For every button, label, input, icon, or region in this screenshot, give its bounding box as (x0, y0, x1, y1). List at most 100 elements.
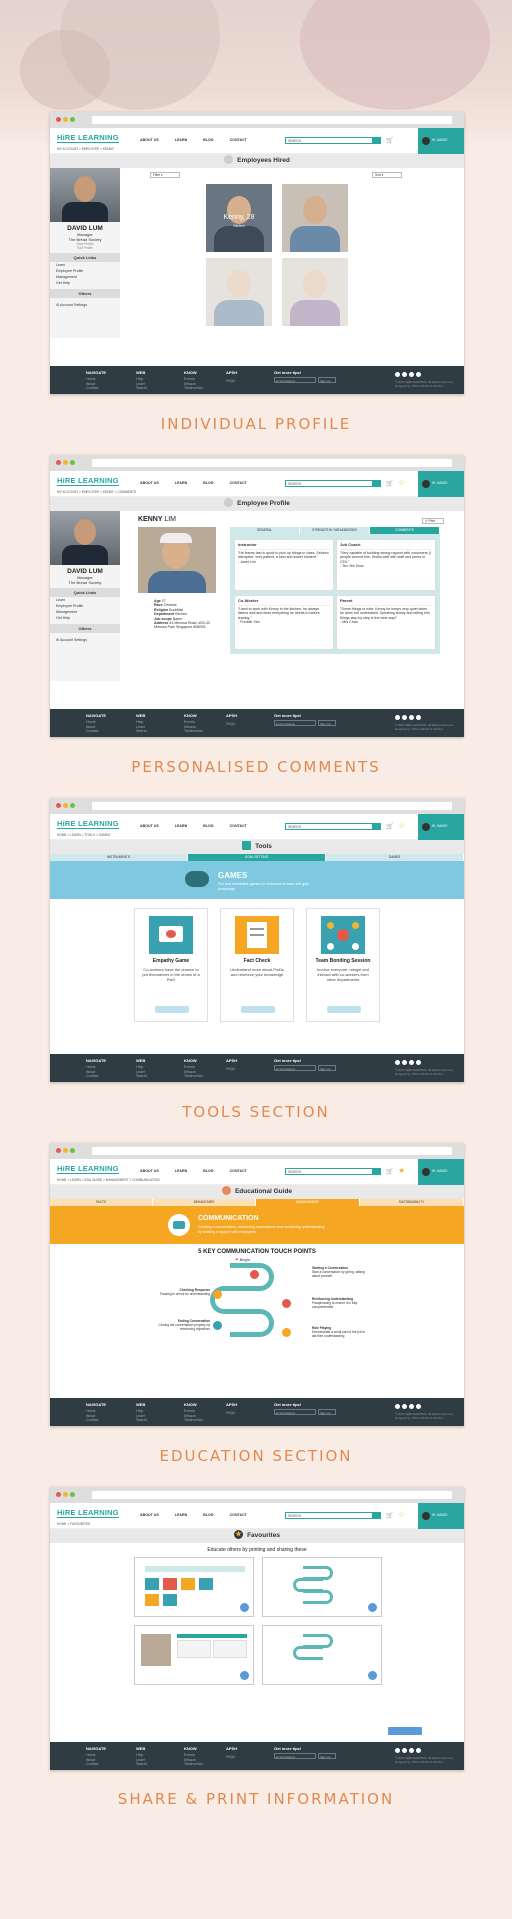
tool-card-fact-check[interactable]: Fact Check Understand more about PwDs an… (220, 908, 294, 1022)
signup-button[interactable]: Sign Up (318, 1753, 336, 1759)
tab-strengths[interactable]: STRENGTHS / WEAKNESSES (300, 527, 370, 534)
sidebar-item-get-help[interactable]: Get Help (50, 615, 120, 621)
search-icon[interactable] (372, 824, 380, 829)
tab-management[interactable]: MANAGEMENT (256, 1199, 360, 1206)
youtube-icon[interactable] (416, 1404, 421, 1409)
favourite-thumbnail[interactable] (262, 1557, 382, 1617)
sidebar-item-get-help[interactable]: Get Help (50, 280, 120, 286)
favourite-star-icon[interactable]: ☆ (398, 1510, 405, 1519)
instagram-icon[interactable] (395, 372, 400, 377)
nav-contact[interactable]: CONTACT (230, 1513, 247, 1517)
nav-blog[interactable]: BLOG (203, 1513, 213, 1517)
email-field[interactable]: Email Address (274, 720, 316, 726)
signup-button[interactable]: Sign Up (318, 1065, 336, 1071)
url-bar[interactable] (92, 1491, 452, 1499)
employee-card[interactable]: Kenny, 28 Kitchen (206, 184, 272, 252)
search-icon[interactable] (372, 1169, 380, 1174)
nav-about[interactable]: ABOUT US (140, 1169, 159, 1173)
instagram-icon[interactable] (395, 1404, 400, 1409)
nav-blog[interactable]: BLOG (203, 481, 213, 485)
email-field[interactable]: Email Address (274, 1409, 316, 1415)
employee-card[interactable] (282, 258, 348, 326)
nav-contact[interactable]: CONTACT (230, 138, 247, 142)
employee-card[interactable] (282, 184, 348, 252)
email-field[interactable]: Email Address (274, 1065, 316, 1071)
account-settings-link[interactable]: ⚙ Account Settings (50, 301, 120, 309)
tab-general[interactable]: GENERAL (230, 527, 300, 534)
youtube-icon[interactable] (416, 372, 421, 377)
nav-about[interactable]: ABOUT US (140, 824, 159, 828)
favourite-thumbnail[interactable] (134, 1557, 254, 1617)
url-bar[interactable] (92, 802, 452, 810)
nav-learn[interactable]: LEARN (175, 138, 187, 142)
url-bar[interactable] (92, 116, 452, 124)
nav-blog[interactable]: BLOG (203, 1169, 213, 1173)
nav-learn[interactable]: LEARN (175, 1169, 187, 1173)
youtube-icon[interactable] (416, 715, 421, 720)
search-icon[interactable] (372, 481, 380, 486)
signup-button[interactable]: Sign Up (318, 1409, 336, 1415)
search-input[interactable]: SEARCH (285, 480, 381, 487)
nav-blog[interactable]: BLOG (203, 138, 213, 142)
share-icon[interactable] (240, 1671, 249, 1680)
user-menu[interactable]: HI, DAVID! (418, 128, 464, 154)
play-button[interactable] (241, 1006, 275, 1013)
tab-games[interactable]: GAMES (326, 854, 464, 861)
instagram-icon[interactable] (395, 1748, 400, 1753)
search-input[interactable]: SEARCH (285, 137, 381, 144)
tab-facts[interactable]: FACTS (50, 1199, 153, 1206)
youtube-icon[interactable] (416, 1748, 421, 1753)
cart-icon[interactable]: 🛒 (386, 480, 393, 487)
search-input[interactable]: SEARCH (285, 823, 381, 830)
share-icon[interactable] (368, 1603, 377, 1612)
search-input[interactable]: SEARCH (285, 1512, 381, 1519)
email-field[interactable]: Email Address (274, 377, 316, 383)
url-bar[interactable] (92, 459, 452, 467)
email-field[interactable]: Email Address (274, 1753, 316, 1759)
logo[interactable]: HiRE LEARNING (57, 1165, 119, 1174)
signup-button[interactable]: Sign Up (318, 720, 336, 726)
tool-card-empathy[interactable]: Empathy Game Co-workers have the chance … (134, 908, 208, 1022)
print-share-button[interactable] (388, 1727, 422, 1735)
facebook-icon[interactable] (402, 372, 407, 377)
nav-learn[interactable]: LEARN (175, 824, 187, 828)
nav-contact[interactable]: CONTACT (230, 481, 247, 485)
instagram-icon[interactable] (395, 1060, 400, 1065)
search-input[interactable]: SEARCH (285, 1168, 381, 1175)
user-menu[interactable]: HI, DAVID! (418, 814, 464, 840)
filter-dropdown[interactable]: Filter ▾ (150, 172, 180, 178)
favourite-star-icon[interactable]: ☆ (398, 821, 405, 830)
user-menu[interactable]: HI, DAVID! (418, 1503, 464, 1529)
logo[interactable]: HiRE LEARNING (57, 134, 119, 143)
tab-comments[interactable]: COMMENTS (370, 527, 440, 534)
instagram-icon[interactable] (395, 715, 400, 720)
logo[interactable]: HiRE LEARNING (57, 1509, 119, 1518)
tab-behaviours[interactable]: BEHAVIOURS (153, 1199, 256, 1206)
cart-icon[interactable]: 🛒 (386, 1168, 393, 1175)
facebook-icon[interactable] (402, 715, 407, 720)
search-icon[interactable] (372, 1513, 380, 1518)
nav-contact[interactable]: CONTACT (230, 824, 247, 828)
tool-card-team-bonding[interactable]: Team Bonding Session Involve everyone; m… (306, 908, 380, 1022)
logo[interactable]: HiRE LEARNING (57, 820, 119, 829)
nav-learn[interactable]: LEARN (175, 1513, 187, 1517)
nav-blog[interactable]: BLOG (203, 824, 213, 828)
favourite-star-icon[interactable]: ★ (398, 1166, 405, 1175)
nav-contact[interactable]: CONTACT (230, 1169, 247, 1173)
tab-instruments[interactable]: INSTRUMENTS (50, 854, 188, 861)
user-menu[interactable]: HI, DAVID! (418, 471, 464, 497)
sort-dropdown[interactable]: Sort ▾ (372, 172, 402, 178)
logo[interactable]: HiRE LEARNING (57, 477, 119, 486)
favourite-thumbnail[interactable] (262, 1625, 382, 1685)
search-icon[interactable] (372, 138, 380, 143)
account-settings-link[interactable]: ⚙ Account Settings (50, 636, 120, 644)
play-button[interactable] (327, 1006, 361, 1013)
twitter-icon[interactable] (409, 1404, 414, 1409)
tab-sustainability[interactable]: SUSTAINABILITY (360, 1199, 464, 1206)
cart-icon[interactable]: 🛒 (386, 137, 393, 144)
twitter-icon[interactable] (409, 715, 414, 720)
play-button[interactable] (155, 1006, 189, 1013)
facebook-icon[interactable] (402, 1060, 407, 1065)
cart-icon[interactable]: 🛒 (386, 1512, 393, 1519)
signup-button[interactable]: Sign Up (318, 377, 336, 383)
